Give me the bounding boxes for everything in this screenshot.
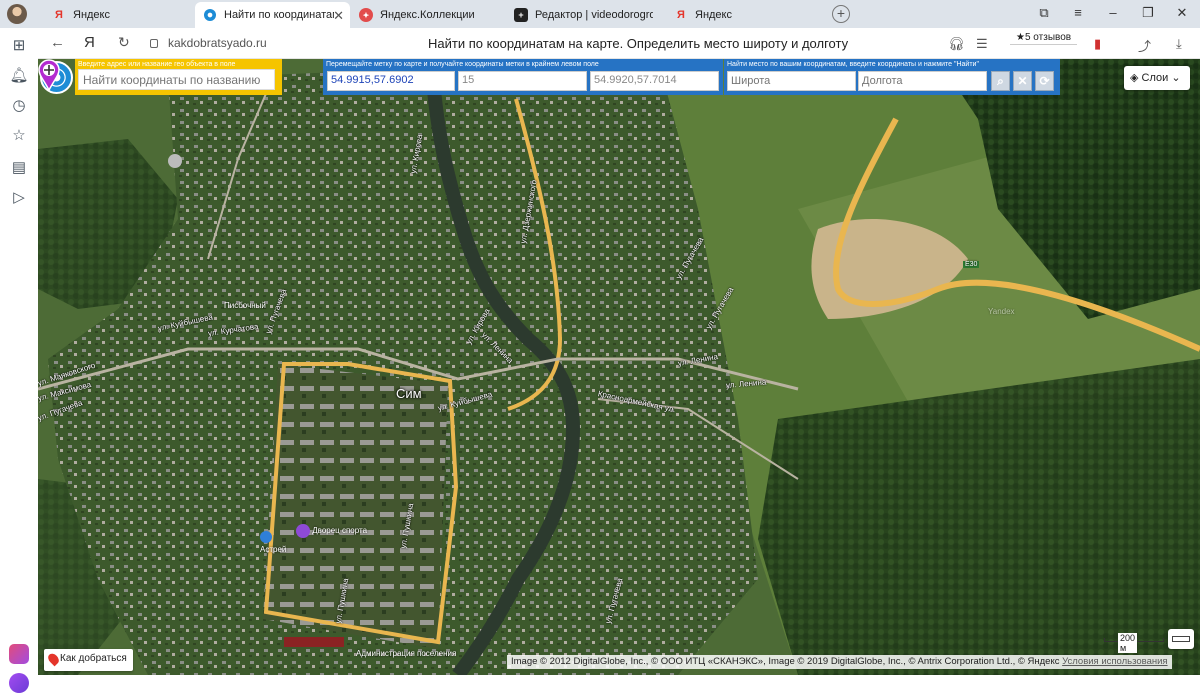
chevron-down-icon: ⌄ [1171, 72, 1181, 84]
route-label: Как добраться [60, 653, 127, 664]
search-icon[interactable]: ⌕ [991, 71, 1010, 91]
minimize-icon[interactable]: – [1105, 5, 1121, 20]
layers-icon: ◈ [1130, 72, 1139, 84]
highway-badge: E30 [963, 261, 980, 268]
reader-icon[interactable]: ☰ [976, 36, 988, 52]
shop-text: Астрей [260, 545, 287, 554]
tab-yandex-2[interactable]: Я Яндекс [666, 2, 816, 28]
search-by-name-label: Введите адрес или название гео объекта в… [78, 61, 236, 68]
history-icon[interactable]: ◷ [9, 96, 29, 116]
notes-icon[interactable]: ▤ [9, 158, 29, 178]
copyright-text: Image © 2012 DigitalGlobe, Inc., © ООО И… [511, 656, 1060, 667]
clear-icon[interactable]: ✕ [1013, 71, 1032, 91]
star-icon[interactable]: ☆ [9, 126, 29, 146]
shop-icon [260, 531, 272, 543]
alice-icon[interactable] [9, 673, 29, 693]
tab-find-coords[interactable]: Найти по координатам ✕ [195, 2, 350, 28]
bookmark-icon[interactable]: ▮ [1094, 36, 1101, 52]
back-icon[interactable]: ← [50, 34, 65, 51]
town-label: Сим [396, 386, 422, 401]
find-panel-label: Найти место по вашим координатам, введит… [727, 61, 979, 68]
search-by-name-panel: Введите адрес или название гео объекта в… [75, 59, 282, 95]
editor-icon: + [514, 8, 528, 22]
yandex-icon: Я [55, 9, 63, 21]
location-marker-icon[interactable] [38, 59, 60, 91]
sport-icon [296, 524, 310, 538]
collections-icon: ✦ [359, 8, 373, 22]
menu-icon[interactable]: ≡ [1070, 5, 1086, 20]
sport-palace-label[interactable]: Дворец спорта [296, 524, 367, 538]
yandex-icon: Я [677, 9, 685, 21]
close-tab-icon[interactable]: ✕ [333, 8, 344, 24]
tabs-icon[interactable]: ⧉ [1036, 5, 1052, 21]
headphones-icon[interactable]: 🎧︎ [948, 36, 965, 52]
refresh-icon[interactable]: ⟳ [1035, 71, 1054, 91]
latitude-input[interactable] [727, 71, 856, 91]
find-by-coords-panel: Найти место по вашим координатам, введит… [724, 59, 1060, 95]
sport-palace-text: Дворец спорта [312, 526, 368, 536]
tab-yandex-1[interactable]: Я Яндекс [44, 2, 194, 28]
layers-label: Слои [1141, 72, 1169, 84]
reload-icon[interactable]: ↻ [118, 34, 130, 51]
place-label: Писбочный [224, 301, 266, 310]
search-by-name-input[interactable] [78, 69, 275, 90]
yandex-watermark: Yandex [988, 307, 1015, 316]
tab-editor[interactable]: + Редактор | videodorogross [506, 2, 661, 28]
lock-icon [150, 39, 158, 48]
reviews-label: 5 отзывов [1024, 32, 1072, 43]
shop-label[interactable]: Астрей [260, 531, 286, 554]
browser-sidebar: ⊞ 🔔︎ ◷ ☆ ▤ ▷ [0, 28, 38, 693]
terms-link[interactable]: Условия использования [1062, 656, 1167, 667]
zoom-field[interactable]: 15 [458, 71, 587, 91]
admin-label: Администрация поселения [356, 649, 457, 658]
layers-button[interactable]: ◈ Слои ⌄ [1124, 66, 1190, 90]
tab-label: Редактор | videodorogross [535, 9, 653, 21]
monument-icon[interactable] [168, 154, 182, 168]
avatar[interactable] [7, 4, 27, 24]
tab-bar: Я Яндекс Найти по координатам ✕ ✦ Яндекс… [0, 0, 1200, 28]
tab-label: Яндекс.Коллекции [380, 9, 475, 21]
new-tab-button[interactable]: + [832, 5, 850, 23]
route-button[interactable]: Как добраться [44, 649, 133, 671]
globe-icon [203, 8, 217, 22]
satellite-map[interactable]: Введите адрес или название гео объекта в… [38, 59, 1200, 675]
share-icon[interactable]: ⤴ [1138, 36, 1151, 55]
restore-icon[interactable]: ❐ [1140, 5, 1156, 21]
tab-label: Яндекс [73, 9, 110, 21]
yandex-home-icon[interactable]: Я [84, 34, 95, 51]
close-window-icon[interactable]: ✕ [1174, 5, 1190, 21]
copyright-bar: Image © 2012 DigitalGlobe, Inc., © ООО И… [507, 655, 1172, 669]
ruler-icon [1172, 636, 1190, 642]
page-title: Найти по координатам на карте. Определит… [428, 36, 849, 51]
download-icon[interactable]: ⤓ [1176, 36, 1182, 52]
url-text[interactable]: kakdobratsyado.ru [168, 36, 267, 50]
route-pin-icon [46, 651, 61, 667]
longitude-input[interactable] [858, 71, 987, 91]
tab-label: Найти по координатам [224, 9, 334, 21]
marker-panel-label: Перемещайте метку по карте и получайте к… [326, 61, 599, 68]
address-bar: ← Я ↻ kakdobratsyado.ru Найти по координ… [38, 28, 1200, 59]
marker-coords-field[interactable]: 54.9915,57.6902 [327, 71, 455, 91]
scale-label: 200 м [1118, 633, 1138, 653]
tab-label: Яндекс [695, 9, 732, 21]
tab-collections[interactable]: ✦ Яндекс.Коллекции [351, 2, 501, 28]
collections-app-icon[interactable] [9, 644, 29, 664]
services-grid-icon[interactable]: ⊞ [9, 36, 29, 56]
bell-icon[interactable]: 🔔︎ [9, 66, 29, 86]
marker-coords-panel: Перемещайте метку по карте и получайте к… [323, 59, 723, 95]
reviews-button[interactable]: ★5 отзывов [1010, 31, 1078, 45]
play-icon[interactable]: ▷ [9, 188, 29, 208]
ruler-button[interactable] [1168, 629, 1194, 649]
center-coords-field[interactable]: 54.9920,57.7014 [590, 71, 719, 91]
